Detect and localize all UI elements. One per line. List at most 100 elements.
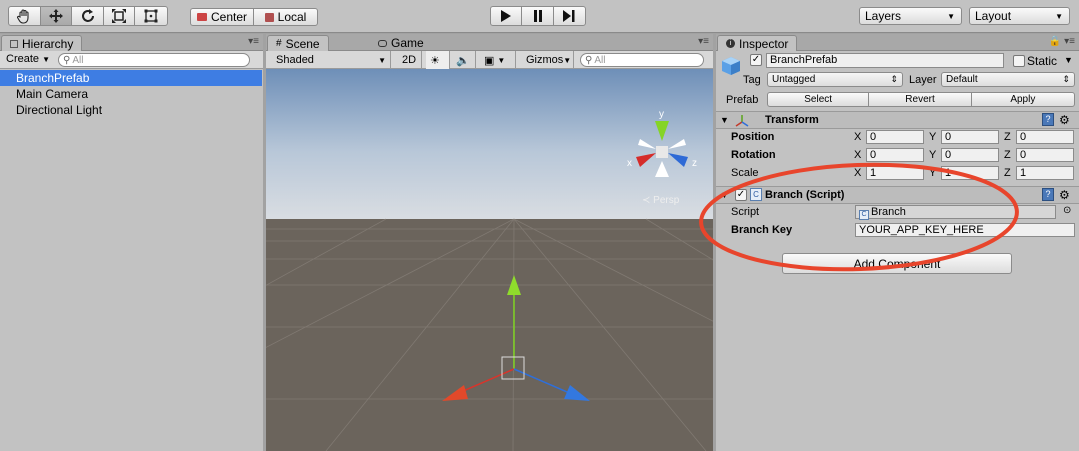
step-icon[interactable]: [554, 7, 585, 25]
lighting-icon[interactable]: ☀: [426, 51, 450, 69]
move-icon[interactable]: [40, 7, 73, 25]
layers-dropdown[interactable]: Layers ▼: [859, 7, 962, 25]
rect-tool-icon[interactable]: [135, 7, 167, 25]
game-icon: [378, 39, 387, 47]
prefab-revert-button[interactable]: Revert: [869, 93, 972, 106]
chevron-down-icon: ▼: [1055, 11, 1063, 21]
position-z-field[interactable]: 0: [1016, 130, 1074, 144]
prefab-select-button[interactable]: Select: [768, 93, 870, 106]
help-book-icon[interactable]: ?: [1042, 188, 1054, 201]
foldout-icon[interactable]: ▼: [720, 115, 729, 125]
info-icon: i: [726, 39, 735, 48]
static-dropdown-icon[interactable]: ▼: [1064, 55, 1073, 65]
rotation-x-field[interactable]: 0: [866, 148, 924, 162]
prefab-buttons: Select Revert Apply: [767, 92, 1075, 107]
transform-tools: [8, 6, 168, 26]
hierarchy-item-branchprefab[interactable]: BranchPrefab: [0, 70, 262, 86]
chevron-down-icon: ▼: [42, 55, 51, 64]
branch-script-header[interactable]: ▼ ✓ C Branch (Script) ? ⚙: [716, 186, 1079, 204]
gizmo-z-label: z: [692, 158, 697, 169]
layer-dropdown[interactable]: Default ⇕: [941, 72, 1075, 87]
tag-label: Tag: [743, 74, 761, 86]
pivot-toggle-group: Center Local: [190, 8, 318, 26]
scale-icon[interactable]: [104, 7, 136, 25]
help-book-icon[interactable]: ?: [1042, 113, 1054, 126]
hierarchy-item-main-camera[interactable]: Main Camera: [0, 86, 262, 102]
panel-menu-icon[interactable]: ▾≡: [248, 36, 259, 47]
prefab-cube-icon: [722, 57, 740, 75]
scene-viewport[interactable]: y x z ≺ Persp: [266, 69, 713, 451]
layer-label: Layer: [909, 74, 937, 86]
branch-key-label: Branch Key: [731, 224, 793, 236]
rotation-z-field[interactable]: 0: [1016, 148, 1074, 162]
rotation-label: Rotation: [731, 149, 776, 161]
script-icon: C: [750, 188, 762, 201]
scene-search-input[interactable]: ⚲ All: [580, 53, 704, 67]
active-checkbox[interactable]: ✓: [750, 54, 762, 66]
pause-icon[interactable]: [522, 7, 554, 25]
create-dropdown[interactable]: Create ▼: [6, 53, 50, 65]
gear-icon[interactable]: ⚙: [1059, 188, 1070, 202]
transform-header[interactable]: ▼ Transform ? ⚙: [716, 111, 1079, 129]
tab-inspector[interactable]: i Inspector: [717, 35, 798, 51]
pivot-center-button[interactable]: Center: [191, 9, 255, 25]
branch-script-title: Branch (Script): [765, 189, 845, 201]
scale-z-field[interactable]: 1: [1016, 166, 1074, 180]
shading-mode-dropdown[interactable]: Shaded ▼: [272, 51, 391, 69]
script-reference-field[interactable]: C Branch: [855, 205, 1056, 220]
hierarchy-tabbar: Hierarchy ▾≡: [0, 34, 263, 51]
position-x-field[interactable]: 0: [866, 130, 924, 144]
persp-label: ≺ Persp: [642, 195, 680, 206]
static-label: Static: [1027, 54, 1058, 68]
panel-menu-icon[interactable]: 🔒 ▾≡: [1049, 36, 1075, 47]
hierarchy-search-input[interactable]: ⚲ All: [58, 53, 250, 67]
hierarchy-toolbar: Create ▼ ⚲ All: [0, 51, 263, 69]
add-component-button[interactable]: Add Component: [782, 253, 1012, 274]
hierarchy-icon: [10, 39, 18, 48]
local-icon: [264, 12, 274, 22]
rotate-icon[interactable]: [72, 7, 104, 25]
2d-toggle[interactable]: 2D: [398, 51, 422, 69]
script-label: Script: [731, 206, 760, 218]
transform-icon: [735, 115, 749, 127]
inspector-tabbar: i Inspector 🔒 ▾≡: [716, 34, 1079, 51]
prefab-apply-button[interactable]: Apply: [972, 93, 1074, 106]
object-picker-icon[interactable]: ⊙: [1063, 205, 1071, 216]
gizmos-dropdown[interactable]: Gizmos ▼: [522, 51, 574, 69]
tab-scene[interactable]: # Scene: [267, 35, 329, 51]
scale-y-field[interactable]: 1: [941, 166, 999, 180]
gear-icon[interactable]: ⚙: [1059, 113, 1070, 127]
layout-dropdown[interactable]: Layout ▼: [969, 7, 1070, 25]
play-icon[interactable]: [491, 7, 523, 25]
scale-x-field[interactable]: 1: [866, 166, 924, 180]
transform-title: Transform: [765, 114, 819, 126]
scene-icon: #: [276, 38, 282, 49]
object-name-field[interactable]: BranchPrefab: [766, 53, 1004, 68]
gizmo-x-label: x: [627, 158, 632, 169]
foldout-icon[interactable]: ▼: [720, 190, 729, 200]
hand-icon[interactable]: [9, 7, 41, 25]
branch-key-field[interactable]: YOUR_APP_KEY_HERE: [855, 223, 1075, 237]
position-y-field[interactable]: 0: [941, 130, 999, 144]
tab-game[interactable]: Game: [370, 35, 432, 51]
hierarchy-item-directional-light[interactable]: Directional Light: [0, 102, 262, 118]
rotation-y-field[interactable]: 0: [941, 148, 999, 162]
effects-icon[interactable]: ▣ ▼: [480, 51, 516, 69]
audio-icon[interactable]: 🔈: [452, 51, 476, 69]
hierarchy-panel: Hierarchy ▾≡ Create ▼ ⚲ All BranchPrefab …: [0, 34, 263, 451]
prefab-label: Prefab: [726, 94, 759, 106]
tab-hierarchy[interactable]: Hierarchy: [1, 35, 83, 51]
tag-dropdown[interactable]: Untagged ⇕: [767, 72, 903, 87]
panel-menu-icon[interactable]: ▾≡: [698, 36, 709, 47]
static-checkbox[interactable]: [1013, 55, 1025, 67]
play-controls: [490, 6, 586, 26]
component-enabled-checkbox[interactable]: ✓: [735, 189, 747, 201]
chevron-down-icon: ▼: [378, 55, 386, 65]
scene-panel: # Scene Game ▾≡ Shaded ▼ 2D ☀ 🔈 ▣ ▼ Gizmos…: [266, 34, 713, 451]
gizmo-y-label: y: [659, 109, 664, 120]
chevron-updown-icon: ⇕: [890, 74, 898, 84]
scene-tabbar: # Scene Game ▾≡: [266, 34, 713, 51]
scene-toolbar: Shaded ▼ 2D ☀ 🔈 ▣ ▼ Gizmos ▼ ⚲ All: [266, 51, 713, 69]
chevron-down-icon: ▼: [947, 11, 955, 21]
pivot-local-button[interactable]: Local: [254, 9, 317, 25]
